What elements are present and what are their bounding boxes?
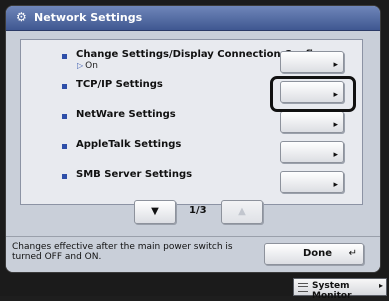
settings-icon: ⚙	[16, 10, 27, 24]
done-button[interactable]: Done ↵	[264, 243, 364, 265]
done-label: Done	[303, 248, 333, 259]
bullet-icon	[62, 144, 67, 149]
triangle-right-icon: ▷	[77, 61, 84, 70]
netware-settings-button[interactable]: ▸	[280, 111, 344, 133]
list-item-smb: SMB Server Settings ▸	[21, 164, 362, 194]
bullet-icon	[62, 114, 67, 119]
chevron-right-icon: ▸	[378, 281, 383, 290]
screen: ⚙ Network Settings Change Settings/Displ…	[0, 0, 389, 301]
settings-list: Change Settings/Display Connection Confi…	[20, 39, 363, 205]
monitor-icon	[298, 283, 308, 292]
list-item-change-settings: Change Settings/Display Connection Confi…	[21, 44, 362, 74]
bullet-icon	[62, 54, 67, 59]
page-number: 1/3	[189, 205, 207, 216]
item-label: TCP/IP Settings	[76, 79, 163, 90]
item-label: NetWare Settings	[76, 109, 176, 120]
item-label: SMB Server Settings	[76, 169, 193, 180]
triangle-up-icon: ▲	[238, 206, 246, 217]
bullet-icon	[62, 84, 67, 89]
appletalk-settings-button[interactable]: ▸	[280, 141, 344, 163]
arrow-icon: ▸	[333, 60, 338, 70]
system-monitor-label: System Monitor	[312, 281, 352, 301]
item-label: AppleTalk Settings	[76, 139, 182, 150]
item-value: ▷ On	[77, 61, 98, 71]
footer: Changes effective after the main power s…	[6, 236, 380, 272]
title-bar: ⚙ Network Settings	[6, 6, 380, 31]
return-arrow-icon: ↵	[348, 248, 357, 259]
info-message: Changes effective after the main power s…	[12, 242, 233, 262]
bullet-icon	[62, 174, 67, 179]
network-settings-panel: ⚙ Network Settings Change Settings/Displ…	[5, 5, 381, 273]
triangle-down-icon: ▼	[151, 206, 159, 217]
page-title: Network Settings	[34, 11, 143, 24]
system-monitor-button[interactable]: System Monitor ▸	[293, 278, 387, 301]
list-item-appletalk: AppleTalk Settings ▸	[21, 134, 362, 164]
arrow-icon: ▸	[333, 120, 338, 130]
page-down-button[interactable]: ▼	[134, 200, 176, 224]
selection-highlight	[270, 76, 356, 112]
page-up-button[interactable]: ▲	[221, 200, 263, 224]
smb-server-settings-button[interactable]: ▸	[280, 171, 344, 193]
bottom-bar: System Monitor ▸	[0, 274, 389, 301]
change-settings-button[interactable]: ▸	[280, 51, 344, 73]
arrow-icon: ▸	[333, 180, 338, 190]
arrow-icon: ▸	[333, 150, 338, 160]
pager: ▼ 1/3 ▲	[6, 200, 380, 224]
